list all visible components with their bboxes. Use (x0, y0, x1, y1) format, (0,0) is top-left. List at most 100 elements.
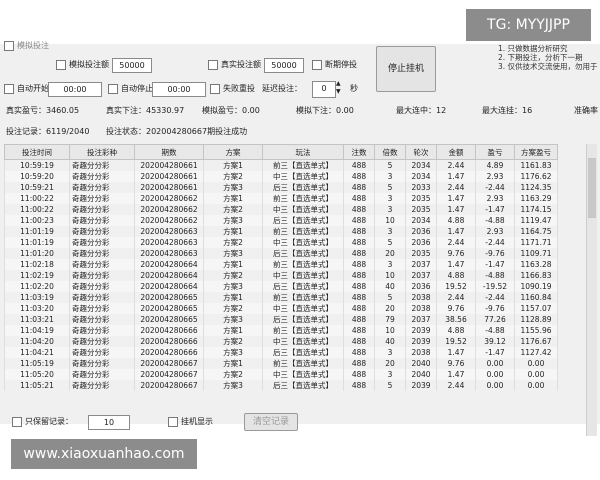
auto-stop-time-input[interactable]: 00:00 (152, 82, 206, 97)
scrollbar-thumb[interactable] (588, 158, 596, 218)
table-cell: 前三【直选单式】 (262, 292, 344, 303)
col-header[interactable]: 投注彩种 (69, 144, 135, 160)
table-cell: 2035 (405, 204, 437, 215)
table-cell: -2.44 (475, 182, 515, 193)
table-cell: 前三【直选单式】 (262, 259, 344, 270)
table-row[interactable]: 11:00:22 奇趣分分彩 202004280662 方案1 前三【直选单式】 488 3… (4, 193, 558, 204)
table-row[interactable]: 11:03:19 奇趣分分彩 202004280665 方案1 前三【直选单式】 488 5… (4, 292, 558, 303)
table-row[interactable]: 11:05:21 奇趣分分彩 202004280667 方案3 后三【直选单式】 488 5… (4, 380, 558, 391)
stop-button[interactable]: 停止挂机 (376, 46, 436, 92)
table-row[interactable]: 10:59:19 奇趣分分彩 202004280661 方案1 前三【直选单式】 488 5… (4, 159, 558, 171)
table-cell: 2036 (405, 281, 437, 292)
table-cell: 前三【直选单式】 (262, 226, 344, 237)
table-cell: 奇趣分分彩 (69, 314, 135, 325)
table-row[interactable]: 11:03:20 奇趣分分彩 202004280665 方案2 中三【直选单式】 488 2… (4, 303, 558, 314)
table-cell: 1155.96 (514, 325, 558, 336)
table-cell: 5 (374, 237, 406, 248)
delay-spinner-icon[interactable]: ▲ ▼ (336, 80, 341, 96)
table-cell: 后三【直选单式】 (262, 182, 344, 193)
table-cell: 方案1 (203, 193, 263, 204)
table-row[interactable]: 11:04:19 奇趣分分彩 202004280666 方案1 前三【直选单式】 488 1… (4, 325, 558, 336)
table-cell: 3 (374, 226, 406, 237)
table-cell: 488 (343, 259, 375, 270)
table-cell: 2033 (405, 182, 437, 193)
table-cell: 2038 (405, 303, 437, 314)
table-cell: 77.26 (475, 314, 515, 325)
col-header[interactable]: 方案盈亏 (514, 144, 558, 160)
table-scrollbar[interactable] (586, 144, 597, 436)
auto-start-checkbox[interactable] (4, 83, 14, 94)
table-row[interactable]: 11:01:19 奇趣分分彩 202004280663 方案1 前三【直选单式】 488 3… (4, 226, 558, 237)
keep-records-input[interactable]: 10 (88, 415, 130, 430)
table-cell: 11:02:20 (4, 281, 70, 292)
col-header[interactable]: 期数 (134, 144, 204, 160)
pause-on-break-checkbox[interactable] (312, 59, 322, 70)
table-cell: 1.47 (436, 193, 476, 204)
table-cell: 中三【直选单式】 (262, 336, 344, 347)
col-header[interactable]: 玩法 (262, 144, 344, 160)
table-row[interactable]: 11:03:21 奇趣分分彩 202004280665 方案3 后三【直选单式】 488 7… (4, 314, 558, 325)
auto-start-time-input[interactable]: 00:00 (48, 82, 102, 97)
auto-stop-checkbox[interactable] (108, 83, 118, 94)
table-row[interactable]: 11:05:20 奇趣分分彩 202004280667 方案2 中三【直选单式】 488 3… (4, 369, 558, 380)
display-checkbox[interactable] (168, 416, 178, 427)
table-cell: 202004280664 (134, 259, 204, 270)
sim-bet-amount-input[interactable]: 50000 (112, 58, 152, 73)
table-cell: 1163.29 (514, 193, 558, 204)
table-cell: 488 (343, 347, 375, 358)
col-header[interactable]: 金额 (436, 144, 476, 160)
table-cell: 3 (374, 204, 406, 215)
table-cell: 后三【直选单式】 (262, 380, 344, 391)
col-header[interactable]: 注数 (343, 144, 375, 160)
table-cell: 79 (374, 314, 406, 325)
table-cell: 奇趣分分彩 (69, 358, 135, 369)
table-row[interactable]: 11:02:19 奇趣分分彩 202004280664 方案2 中三【直选单式】 488 1… (4, 270, 558, 281)
table-cell: 202004280664 (134, 281, 204, 292)
table-cell: 奇趣分分彩 (69, 204, 135, 215)
table-cell: 40 (374, 281, 406, 292)
table-cell: 方案3 (203, 182, 263, 193)
table-row[interactable]: 11:05:19 奇趣分分彩 202004280667 方案1 前三【直选单式】 488 2… (4, 358, 558, 369)
table-row[interactable]: 11:01:19 奇趣分分彩 202004280663 方案2 中三【直选单式】 488 5… (4, 237, 558, 248)
table-cell: 2036 (405, 237, 437, 248)
table-cell: 11:00:23 (4, 215, 70, 226)
col-header[interactable]: 盈亏 (475, 144, 515, 160)
clear-records-button[interactable]: 清空记录 (244, 413, 298, 431)
table-cell: 奇趣分分彩 (69, 292, 135, 303)
note-line: 1. 只做数据分析研究 (498, 44, 568, 53)
delay-input[interactable]: 0 (312, 81, 336, 98)
col-header[interactable]: 轮次 (405, 144, 437, 160)
table-cell: 1174.15 (514, 204, 558, 215)
table-cell: 2.44 (436, 182, 476, 193)
table-cell: 方案3 (203, 248, 263, 259)
table-cell: 方案2 (203, 171, 263, 182)
table-row[interactable]: 11:00:23 奇趣分分彩 202004280662 方案3 后三【直选单式】 488 1… (4, 215, 558, 226)
table-row[interactable]: 11:02:18 奇趣分分彩 202004280664 方案1 前三【直选单式】 488 3… (4, 259, 558, 270)
table-row[interactable]: 11:02:20 奇趣分分彩 202004280664 方案3 后三【直选单式】 488 4… (4, 281, 558, 292)
table-cell: 9.76 (436, 248, 476, 259)
table-cell: 3 (374, 347, 406, 358)
real-bet-amount-checkbox[interactable] (208, 59, 218, 70)
table-cell: 方案1 (203, 292, 263, 303)
sim-bet-amount-checkbox[interactable] (56, 59, 66, 70)
table-cell: 奇趣分分彩 (69, 171, 135, 182)
sim-bet-checkbox[interactable] (4, 40, 14, 51)
table-row[interactable]: 10:59:21 奇趣分分彩 202004280661 方案3 后三【直选单式】 488 5… (4, 182, 558, 193)
col-header[interactable]: 方案 (203, 144, 263, 160)
table-row[interactable]: 10:59:20 奇趣分分彩 202004280661 方案2 中三【直选单式】 488 3… (4, 171, 558, 182)
fail-reset-checkbox[interactable] (210, 83, 220, 94)
table-cell: 10:59:20 (4, 171, 70, 182)
keep-records-checkbox[interactable] (12, 416, 22, 427)
table-row[interactable]: 11:01:20 奇趣分分彩 202004280663 方案3 后三【直选单式】 488 2… (4, 248, 558, 259)
table-row[interactable]: 11:00:22 奇趣分分彩 202004280662 方案2 中三【直选单式】 488 3… (4, 204, 558, 215)
table-row[interactable]: 11:04:20 奇趣分分彩 202004280666 方案2 中三【直选单式】 488 4… (4, 336, 558, 347)
col-header[interactable]: 倍数 (374, 144, 406, 160)
table-cell: 奇趣分分彩 (69, 347, 135, 358)
real-bet-amount-input[interactable]: 50000 (264, 58, 304, 73)
table-cell: 前三【直选单式】 (262, 325, 344, 336)
table-cell: 488 (343, 193, 375, 204)
col-header[interactable]: 投注时间 (4, 144, 70, 160)
table-cell: 488 (343, 303, 375, 314)
table-row[interactable]: 11:04:21 奇趣分分彩 202004280666 方案3 后三【直选单式】 488 3… (4, 347, 558, 358)
table-cell: 奇趣分分彩 (69, 248, 135, 259)
